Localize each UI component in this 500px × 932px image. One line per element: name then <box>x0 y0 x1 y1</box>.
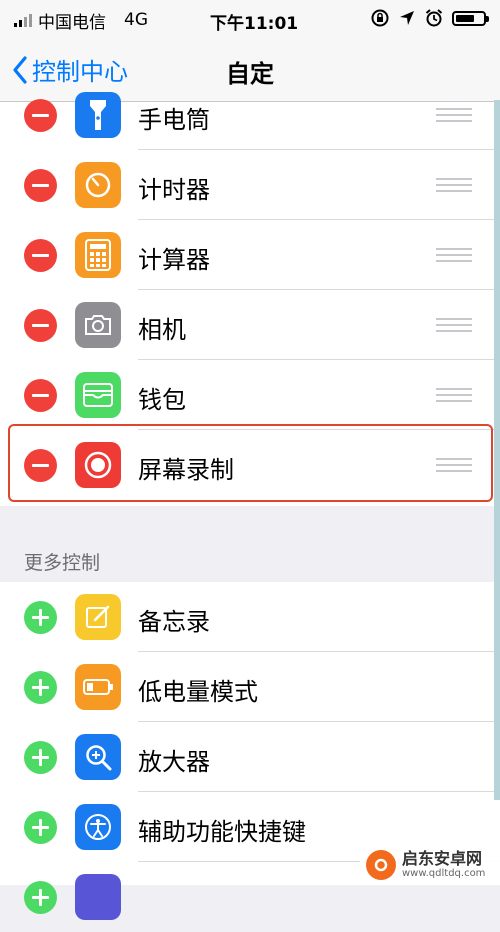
reorder-handle[interactable] <box>436 388 472 402</box>
list-item-label: 钱包 <box>138 386 186 414</box>
timer-icon <box>75 162 121 208</box>
status-bar: 中国电信 4G 下午11:01 <box>0 0 500 40</box>
signal-strength-icon <box>14 13 32 27</box>
remove-button[interactable] <box>24 169 57 202</box>
list-item-label: 备忘录 <box>138 608 210 636</box>
rotation-lock-icon <box>371 9 389 27</box>
magnifier-icon <box>75 734 121 780</box>
highlight-box <box>8 424 493 502</box>
add-button[interactable] <box>24 881 57 914</box>
add-button[interactable] <box>24 741 57 774</box>
remove-button[interactable] <box>24 239 57 272</box>
list-item-wallet: 钱包 <box>0 360 500 430</box>
accessibility-icon <box>75 804 121 850</box>
camera-icon <box>75 302 121 348</box>
list-item-camera: 相机 <box>0 290 500 360</box>
list-item-label: 低电量模式 <box>138 678 258 706</box>
list-item-notes: 备忘录 <box>0 582 500 652</box>
add-button[interactable] <box>24 601 57 634</box>
list-item-label: 放大器 <box>138 748 210 776</box>
network-type: 4G <box>124 10 148 30</box>
list-item-label: 辅助功能快捷键 <box>138 818 306 846</box>
remove-button[interactable] <box>24 379 57 412</box>
background-edge <box>494 100 500 800</box>
more-controls-list: 备忘录 低电量模式 放大器 辅助功能快捷键 <box>0 582 500 920</box>
alarm-icon <box>425 9 443 27</box>
reorder-handle[interactable] <box>436 248 472 262</box>
list-item-label: 手电筒 <box>138 106 210 134</box>
watermark: 启东安卓网 www.qdltdq.com <box>360 845 500 885</box>
notes-icon <box>75 594 121 640</box>
list-item-timer: 计时器 <box>0 150 500 220</box>
reorder-handle[interactable] <box>436 108 472 122</box>
battery-icon <box>452 10 489 26</box>
list-item-flashlight: 手电筒 <box>0 80 500 150</box>
calculator-icon <box>75 232 121 278</box>
list-item-magnifier: 放大器 <box>0 722 500 792</box>
list-item-calculator: 计算器 <box>0 220 500 290</box>
watermark-name: 启东安卓网 <box>402 849 483 868</box>
remove-button[interactable] <box>24 309 57 342</box>
list-item-label: 计算器 <box>138 246 210 274</box>
low-power-icon <box>75 664 121 710</box>
location-arrow-icon <box>400 11 414 25</box>
watermark-url: www.qdltdq.com <box>402 868 486 879</box>
add-button[interactable] <box>24 811 57 844</box>
reorder-handle[interactable] <box>436 318 472 332</box>
list-item-label: 计时器 <box>138 176 210 204</box>
list-item-label: 相机 <box>138 316 186 344</box>
reorder-handle[interactable] <box>436 178 472 192</box>
flashlight-icon <box>75 92 121 138</box>
list-item-low-power-mode: 低电量模式 <box>0 652 500 722</box>
watermark-logo-icon <box>366 850 396 880</box>
remove-button[interactable] <box>24 99 57 132</box>
wallet-icon <box>75 372 121 418</box>
add-button[interactable] <box>24 671 57 704</box>
carrier-name: 中国电信 <box>38 12 106 33</box>
section-header: 更多控制 <box>24 552 101 574</box>
partial-app-icon <box>75 874 121 920</box>
status-time: 下午11:01 <box>210 14 299 34</box>
